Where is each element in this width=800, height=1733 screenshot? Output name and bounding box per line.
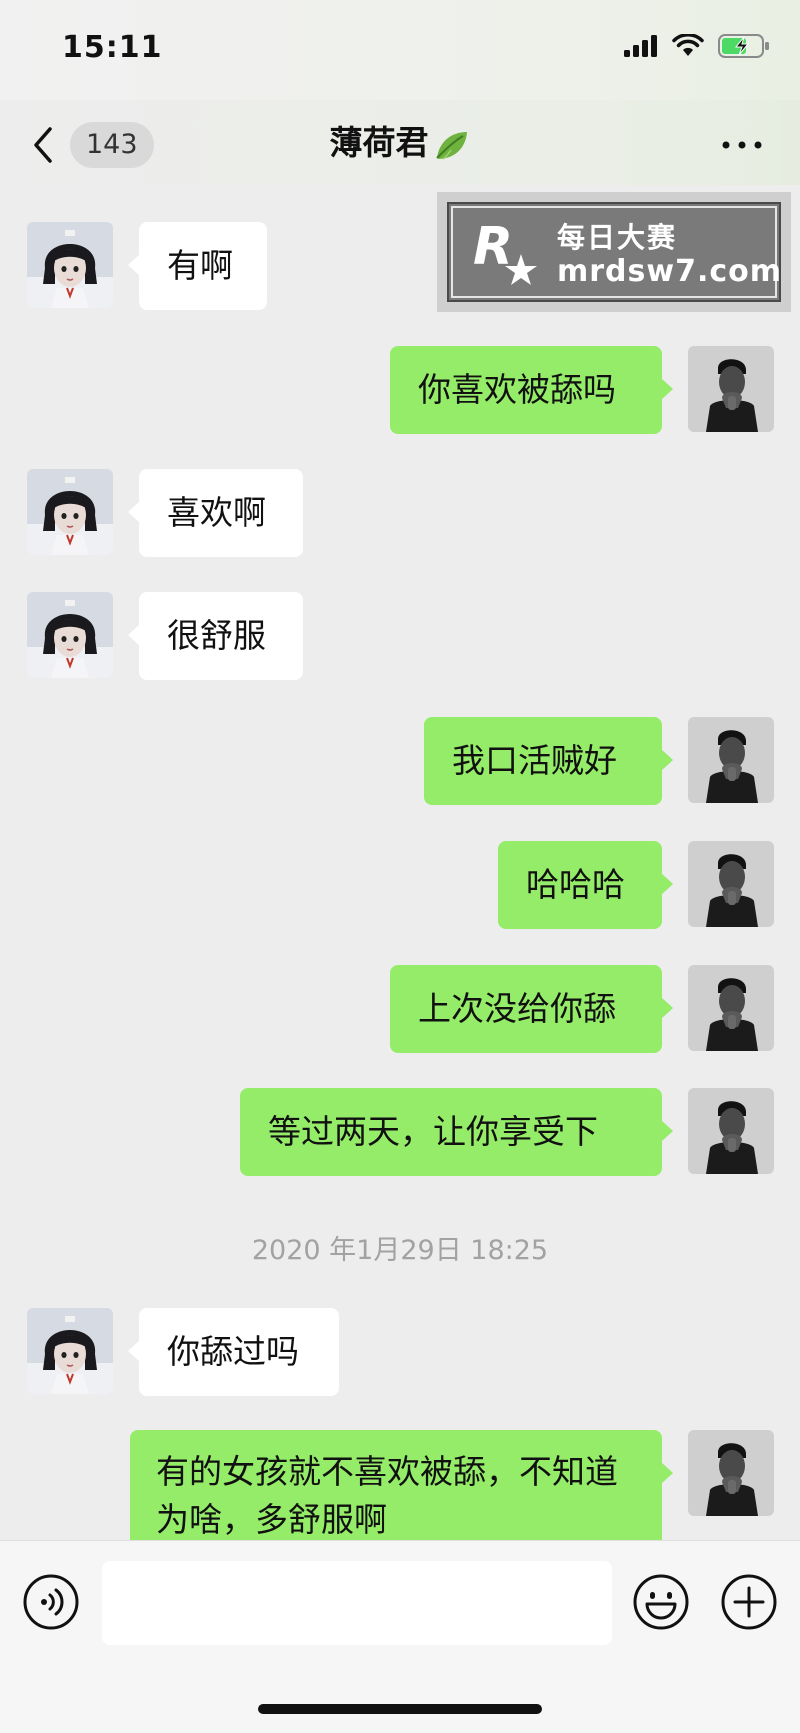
- sent-message-bubble[interactable]: 你喜欢被舔吗: [390, 346, 673, 434]
- my-avatar[interactable]: [688, 1088, 774, 1174]
- contact-avatar[interactable]: [27, 222, 113, 308]
- my-avatar[interactable]: [688, 965, 774, 1051]
- watermark-url: mrdsw7.com: [557, 254, 783, 289]
- sent-message-bubble[interactable]: 哈哈哈: [498, 841, 673, 929]
- sent-message-bubble[interactable]: 等过两天，让你享受下: [240, 1088, 673, 1176]
- watermark-logo: R 每日大赛 mrdsw7.com: [437, 192, 791, 312]
- contact-avatar[interactable]: [27, 592, 113, 678]
- watermark-title: 每日大赛: [557, 221, 678, 254]
- contact-avatar[interactable]: [27, 469, 113, 555]
- received-message-bubble[interactable]: 喜欢啊: [128, 469, 303, 557]
- home-indicator: [258, 1704, 542, 1714]
- voice-icon[interactable]: [22, 1573, 80, 1631]
- received-message-bubble[interactable]: 很舒服: [128, 592, 303, 680]
- message-input[interactable]: [102, 1561, 612, 1645]
- received-message-bubble[interactable]: 有啊: [128, 222, 267, 310]
- contact-avatar[interactable]: [27, 1308, 113, 1394]
- emoji-icon[interactable]: [632, 1573, 690, 1631]
- received-message-bubble[interactable]: 你舔过吗: [128, 1308, 339, 1396]
- plus-icon[interactable]: [720, 1573, 778, 1631]
- sent-message-bubble[interactable]: 上次没给你舔: [390, 965, 673, 1053]
- timestamp: 2020 年1月29日 18:25: [251, 1235, 549, 1266]
- my-avatar[interactable]: [688, 1430, 774, 1516]
- watermark-r-logo-icon: R: [473, 217, 537, 285]
- sent-message-bubble[interactable]: 我口活贼好: [424, 717, 673, 805]
- svg-text:R: R: [473, 217, 513, 277]
- my-avatar[interactable]: [688, 346, 774, 432]
- my-avatar[interactable]: [688, 841, 774, 927]
- my-avatar[interactable]: [688, 717, 774, 803]
- input-bar: [0, 1540, 800, 1733]
